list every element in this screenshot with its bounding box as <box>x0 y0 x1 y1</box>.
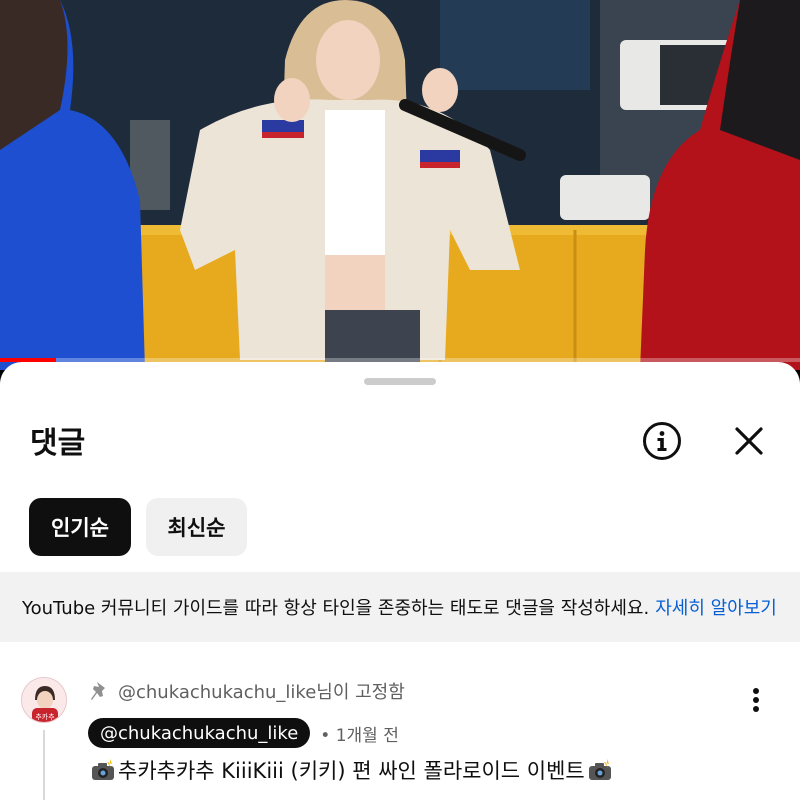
avatar-image: 추카추 <box>22 678 66 722</box>
drag-handle[interactable] <box>364 378 436 385</box>
info-button[interactable] <box>640 419 684 463</box>
more-vertical-icon <box>753 688 759 712</box>
camera-flash-icon <box>90 759 116 781</box>
thread-line <box>43 730 45 800</box>
comment-body: 추카추카추 KiiiKiii (키키) 편 싸인 폴라로이드 이벤트 <box>88 755 615 785</box>
comment-header: @chukachukachu_like • 1개월 전 <box>88 718 399 748</box>
comment-text: 추카추카추 KiiiKiii (키키) 편 싸인 폴라로이드 이벤트 <box>118 759 585 783</box>
pinned-indicator: @chukachukachu_like님이 고정함 <box>90 678 405 704</box>
close-icon <box>735 427 763 455</box>
pinned-label: @chukachukachu_like님이 고정함 <box>118 682 405 703</box>
sheet-title: 댓글 <box>30 426 86 461</box>
video-player[interactable] <box>0 0 800 370</box>
info-icon <box>643 422 681 460</box>
comment-timestamp: • 1개월 전 <box>320 725 399 746</box>
video-frame-illustration <box>0 0 800 370</box>
avatar-label: 추카추 <box>35 712 55 721</box>
pin-icon <box>90 680 110 702</box>
comments-sheet: 댓글 인기순 최신순 YouTube 커뮤니티 가이드를 따라 항상 타인을 존… <box>0 362 800 800</box>
close-button[interactable] <box>727 419 771 463</box>
sort-chip-popular[interactable]: 인기순 <box>29 498 131 556</box>
camera-flash-icon <box>587 759 613 781</box>
comment-menu-button[interactable] <box>740 684 772 716</box>
guidelines-text: YouTube 커뮤니티 가이드를 따라 항상 타인을 존중하는 태도로 댓글을… <box>22 598 650 619</box>
guidelines-learn-more-link[interactable]: 자세히 알아보기 <box>655 594 777 620</box>
community-guidelines-banner: YouTube 커뮤니티 가이드를 따라 항상 타인을 존중하는 태도로 댓글을… <box>0 572 800 642</box>
comment-author[interactable]: @chukachukachu_like <box>88 718 311 748</box>
avatar[interactable]: 추카추 <box>21 677 67 723</box>
sort-chip-newest[interactable]: 최신순 <box>146 498 247 556</box>
